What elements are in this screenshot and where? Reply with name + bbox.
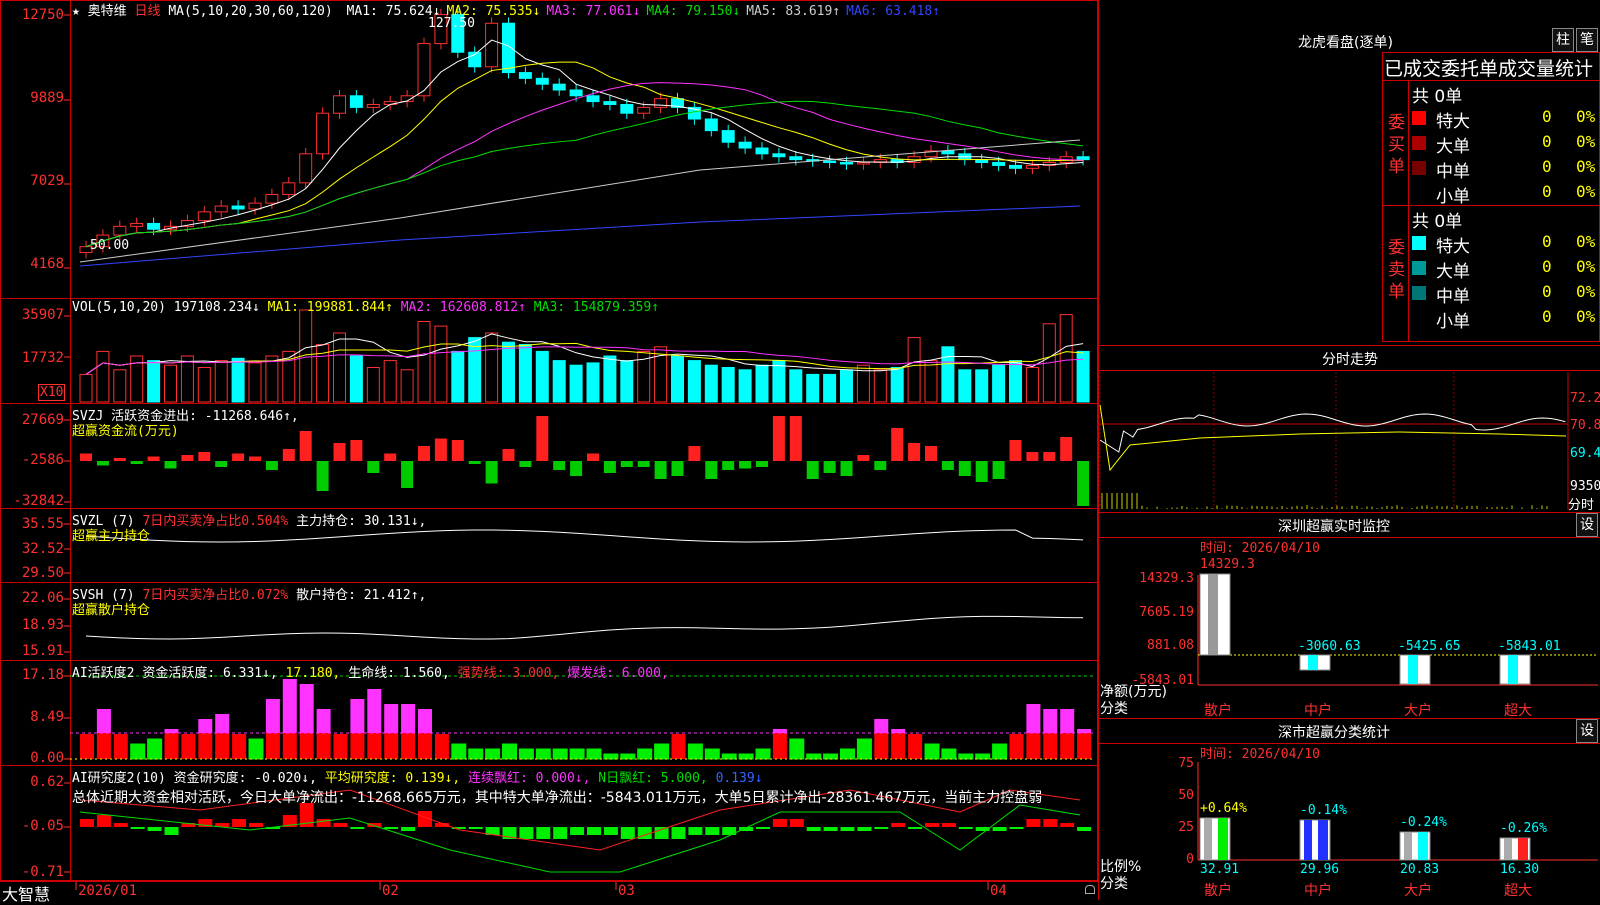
svzl-y-label: 35.55: [0, 516, 64, 532]
sz-class-bar[interactable]: [1400, 832, 1430, 860]
sz-class-y-label: 50: [1150, 788, 1194, 803]
vol-y-label: 17732: [0, 350, 64, 366]
sz-class-change: +0.64%: [1200, 801, 1247, 816]
ai2-y-label: 0.62: [0, 774, 64, 790]
main-y-label: 9889: [0, 90, 64, 106]
sz-class-change: -0.26%: [1500, 821, 1547, 836]
sz-class-cat: 中户: [1304, 880, 1332, 900]
sz-class-bar-value: 20.83: [1400, 862, 1439, 877]
svsh-y-label: 22.06: [0, 590, 64, 606]
sz-class-y-label: 0: [1150, 852, 1194, 867]
svzj-y-label: 27669: [0, 412, 64, 428]
ai1-y-label: 0.00: [0, 750, 64, 766]
x-axis-label: 2026/01: [78, 883, 137, 899]
x-axis-label: 03: [618, 883, 635, 899]
main-y-label: 4168: [0, 256, 64, 272]
vol-y-label: 35907: [0, 307, 64, 323]
svzj-y-label: -2586: [0, 452, 64, 468]
sz-class-change: -0.14%: [1300, 803, 1347, 818]
sz-class-change: -0.24%: [1400, 815, 1447, 830]
sz-class-bar[interactable]: [1200, 818, 1230, 860]
main-y-label: 7029: [0, 173, 64, 189]
sz-class-bar-value: 29.96: [1300, 862, 1339, 877]
x-axis-label: 04: [990, 883, 1007, 899]
ai1-y-label: 8.49: [0, 709, 64, 725]
sz-class-bar-value: 16.30: [1500, 862, 1539, 877]
sz-class-bar[interactable]: [1500, 838, 1530, 860]
sz-class-bar-value: 32.91: [1200, 862, 1239, 877]
sz-class-y-label: 75: [1150, 756, 1194, 771]
x-axis-label: 02: [382, 883, 399, 899]
ai1-y-label: 17.18: [0, 667, 64, 683]
ai2-y-label: -0.05: [0, 818, 64, 834]
main-y-label: 12750: [0, 7, 64, 23]
sz-class-bar[interactable]: [1300, 820, 1330, 860]
svsh-y-label: 15.91: [0, 643, 64, 659]
sz-class-cat: 超大: [1504, 880, 1532, 900]
svzl-y-label: 29.50: [0, 565, 64, 581]
sz-class-y-label: 25: [1150, 820, 1194, 835]
ai2-y-label: -0.71: [0, 864, 64, 880]
sz-class-cat: 散户: [1204, 880, 1232, 900]
svzl-y-label: 32.52: [0, 541, 64, 557]
svsh-y-label: 18.93: [0, 617, 64, 633]
svzj-y-label: -32842: [0, 493, 64, 509]
sz-class-cat: 大户: [1404, 880, 1432, 900]
